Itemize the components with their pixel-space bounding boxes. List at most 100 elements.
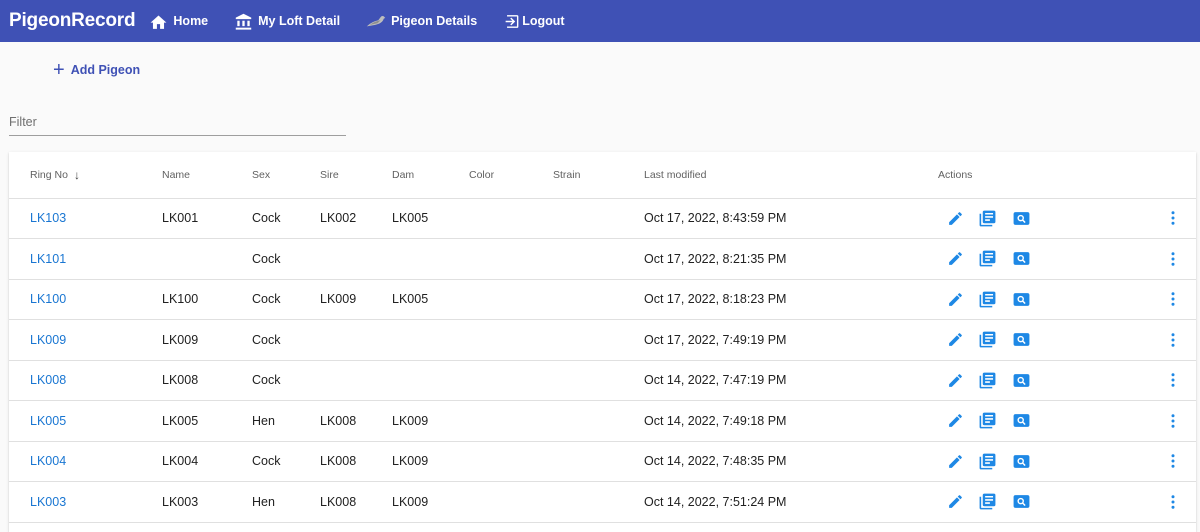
column-header-name[interactable]: Name — [162, 152, 190, 198]
last-modified-cell: Oct 14, 2022, 7:47:19 PM — [644, 373, 787, 387]
nav-logout[interactable]: Logout — [503, 13, 565, 30]
logout-icon — [505, 14, 519, 28]
edit-pencil-icon — [949, 414, 962, 427]
view-button[interactable] — [1012, 441, 1031, 481]
sex-cell: Hen — [252, 413, 275, 428]
details-button[interactable] — [978, 239, 997, 279]
nav-home[interactable]: Home — [149, 13, 208, 29]
details-button[interactable] — [978, 482, 997, 522]
edit-button[interactable] — [947, 279, 964, 319]
last-modified-cell: Oct 17, 2022, 8:43:59 PM — [644, 211, 787, 225]
ring-no-link[interactable]: LK008 — [30, 360, 66, 400]
table-row: LK003 LK003 Hen LK008 LK009 Oct 14, 2022… — [9, 482, 1196, 523]
ring-no-link[interactable]: LK101 — [30, 239, 66, 279]
more-vert-icon — [1171, 413, 1175, 428]
search-view-icon — [1013, 414, 1030, 427]
filter-input[interactable] — [9, 115, 346, 129]
sire-cell: LK008 — [320, 494, 357, 509]
name-cell: LK009 — [162, 332, 199, 347]
filter-field — [9, 113, 346, 136]
nav-pigeon-details-label: Pigeon Details — [391, 14, 478, 28]
details-button[interactable] — [978, 401, 997, 441]
ring-no-link[interactable]: LK009 — [30, 320, 66, 360]
details-button[interactable] — [978, 279, 997, 319]
view-button[interactable] — [1012, 482, 1031, 522]
edit-button[interactable] — [947, 401, 964, 441]
column-header-sex[interactable]: Sex — [252, 152, 270, 198]
add-pigeon-button[interactable]: + Add Pigeon — [53, 60, 140, 80]
view-button[interactable] — [1012, 239, 1031, 279]
view-button[interactable] — [1012, 198, 1031, 238]
app-brand[interactable]: PigeonRecord — [9, 10, 136, 32]
details-button[interactable] — [978, 198, 997, 238]
edit-button[interactable] — [947, 239, 964, 279]
dam-cell: LK009 — [392, 413, 429, 428]
ring-no-link[interactable]: LK103 — [30, 198, 66, 238]
more-options-button[interactable] — [1167, 441, 1179, 481]
nav-my-loft-detail[interactable]: My Loft Detail — [234, 13, 340, 30]
more-options-button[interactable] — [1167, 239, 1179, 279]
more-options-button[interactable] — [1167, 401, 1179, 441]
more-options-button[interactable] — [1167, 198, 1179, 238]
column-header-last-modified[interactable]: Last modified — [644, 152, 706, 198]
dam-cell: LK005 — [392, 292, 429, 306]
sex-cell: Cock — [252, 292, 281, 306]
column-header-ring-no[interactable]: Ring No ↓ — [30, 152, 80, 198]
name-cell: LK004 — [162, 454, 199, 468]
sire-cell: LK002 — [320, 211, 357, 225]
edit-button[interactable] — [947, 482, 964, 522]
column-header-strain[interactable]: Strain — [553, 152, 580, 198]
view-button[interactable] — [1012, 360, 1031, 400]
edit-button[interactable] — [947, 360, 964, 400]
edit-pencil-icon — [949, 454, 962, 468]
search-view-icon — [1013, 292, 1030, 306]
edit-button[interactable] — [947, 198, 964, 238]
edit-pencil-icon — [949, 292, 962, 306]
ring-no-link[interactable]: LK100 — [30, 279, 66, 319]
more-options-button[interactable] — [1167, 279, 1179, 319]
more-options-button[interactable] — [1167, 482, 1179, 522]
more-options-button[interactable] — [1167, 320, 1179, 360]
edit-pencil-icon — [949, 333, 962, 346]
search-view-icon — [1013, 211, 1030, 225]
column-header-sire[interactable]: Sire — [320, 152, 339, 198]
sex-cell: Cock — [252, 332, 281, 347]
edit-button[interactable] — [947, 441, 964, 481]
column-header-dam[interactable]: Dam — [392, 152, 414, 198]
details-button[interactable] — [978, 320, 997, 360]
details-button[interactable] — [978, 441, 997, 481]
library-books-icon — [979, 291, 996, 307]
column-header-actions: Actions — [938, 169, 973, 181]
view-button[interactable] — [1012, 279, 1031, 319]
ring-no-link[interactable]: LK005 — [30, 401, 66, 441]
more-vert-icon — [1171, 211, 1175, 225]
dam-cell: LK009 — [392, 494, 429, 509]
more-vert-icon — [1171, 292, 1175, 306]
sire-cell: LK008 — [320, 413, 357, 428]
details-button[interactable] — [978, 360, 997, 400]
ring-no-link[interactable]: LK003 — [30, 482, 66, 522]
more-vert-icon — [1171, 494, 1175, 509]
top-app-bar: PigeonRecord Home My Loft Detail Pigeon … — [0, 0, 1200, 42]
sex-cell: Cock — [252, 373, 281, 387]
edit-button[interactable] — [947, 320, 964, 360]
sire-cell: LK009 — [320, 292, 357, 306]
nav-pigeon-details[interactable]: Pigeon Details — [366, 14, 477, 28]
pigeon-table: Ring No ↓ Name Sex Sire Dam Color Strain… — [9, 152, 1196, 532]
last-modified-cell: Oct 17, 2022, 8:18:23 PM — [644, 292, 787, 306]
name-cell: LK005 — [162, 413, 199, 428]
library-books-icon — [979, 250, 996, 267]
more-vert-icon — [1171, 332, 1175, 347]
ring-no-link[interactable]: LK004 — [30, 441, 66, 481]
view-button[interactable] — [1012, 320, 1031, 360]
table-row: LK101 Cock Oct 17, 2022, 8:21:35 PM — [9, 239, 1196, 280]
more-options-button[interactable] — [1167, 360, 1179, 400]
pigeon-icon — [366, 16, 386, 27]
sire-cell: LK008 — [320, 454, 357, 468]
name-cell: LK001 — [162, 211, 199, 225]
more-vert-icon — [1171, 454, 1175, 468]
sex-cell: Hen — [252, 494, 275, 509]
table-row: LK009 LK009 Cock Oct 17, 2022, 7:49:19 P… — [9, 320, 1196, 361]
column-header-color[interactable]: Color — [469, 152, 494, 198]
view-button[interactable] — [1012, 401, 1031, 441]
